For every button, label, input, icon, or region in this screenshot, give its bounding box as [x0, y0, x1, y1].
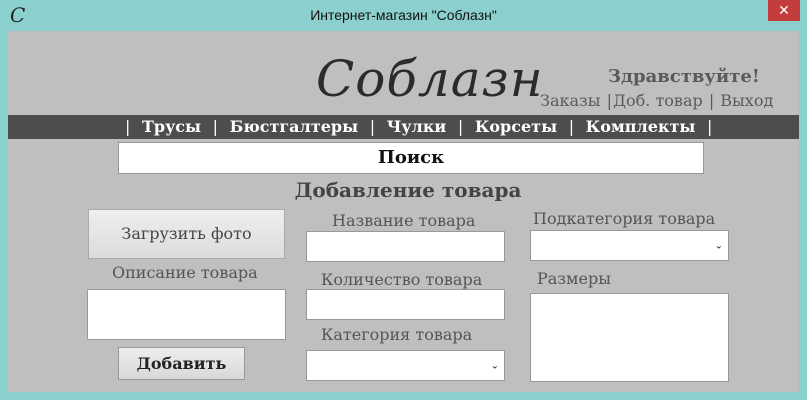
name-input[interactable] — [306, 231, 505, 262]
close-button[interactable]: ✕ — [768, 0, 800, 21]
description-label: Описание товара — [112, 263, 258, 282]
logout-link[interactable]: Выход — [720, 91, 773, 110]
link-separator: | — [606, 91, 612, 110]
menu-separator: | — [568, 117, 575, 136]
quantity-label: Количество товара — [321, 270, 483, 289]
search-field[interactable]: Поиск — [118, 142, 704, 174]
page-title: Добавление товара — [294, 178, 522, 202]
subcategory-label: Подкатегория товара — [533, 209, 716, 228]
sizes-label: Размеры — [537, 269, 611, 288]
chevron-down-icon: ⌄ — [714, 240, 723, 251]
quantity-input[interactable] — [306, 289, 505, 320]
name-label: Название товара — [332, 211, 476, 230]
chevron-down-icon: ⌄ — [490, 360, 499, 371]
close-icon: ✕ — [778, 2, 790, 18]
menu-item-corsets[interactable]: Корсеты — [475, 117, 557, 136]
search-label: Поиск — [377, 147, 445, 168]
greeting-text: Здравствуйте! — [608, 66, 760, 87]
menu-item-stockings[interactable]: Чулки — [387, 117, 447, 136]
user-links: Заказы |Доб. товар | Выход — [540, 91, 773, 110]
window-title: Интернет-магазин "Соблазн" — [310, 7, 497, 23]
description-input[interactable] — [87, 289, 286, 340]
menu-separator: | — [707, 117, 713, 136]
menu-item-bras[interactable]: Бюстгалтеры — [230, 117, 359, 136]
client-area: Соблазн Здравствуйте! Заказы |Доб. товар… — [8, 31, 799, 392]
upload-photo-button[interactable]: Загрузить фото — [88, 209, 285, 259]
category-menu: | Трусы | Бюстгалтеры | Чулки | Корсеты … — [8, 115, 799, 139]
subcategory-select[interactable]: ⌄ — [530, 230, 729, 261]
menu-separator: | — [457, 117, 464, 136]
menu-separator: | — [125, 117, 131, 136]
sizes-input[interactable] — [530, 293, 729, 382]
window-titlebar: C Интернет-магазин "Соблазн" ✕ — [0, 0, 807, 31]
category-select[interactable]: ⌄ — [306, 350, 505, 381]
menu-item-sets[interactable]: Комплекты — [586, 117, 696, 136]
menu-separator: | — [369, 117, 376, 136]
add-product-link[interactable]: Доб. товар — [613, 91, 703, 110]
store-logo: Соблазн — [316, 50, 544, 108]
menu-item-panties[interactable]: Трусы — [142, 117, 201, 136]
add-button[interactable]: Добавить — [118, 347, 245, 380]
menu-separator: | — [212, 117, 219, 136]
category-label: Категория товара — [321, 325, 473, 344]
link-separator: | — [708, 91, 715, 110]
orders-link[interactable]: Заказы — [540, 91, 601, 110]
